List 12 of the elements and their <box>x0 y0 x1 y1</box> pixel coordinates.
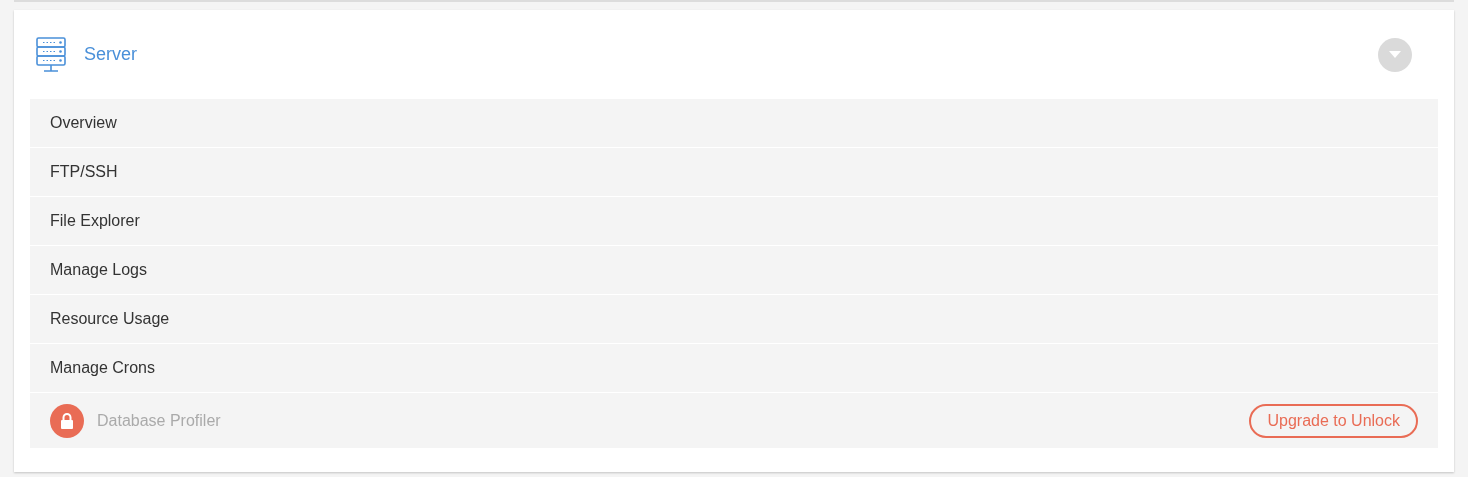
menu-item[interactable]: FTP/SSH <box>30 148 1438 196</box>
menu-item[interactable]: Resource Usage <box>30 295 1438 343</box>
menu-item[interactable]: File Explorer <box>30 197 1438 245</box>
menu-item[interactable]: Overview <box>30 99 1438 147</box>
caret-down-icon <box>1389 50 1401 59</box>
lock-icon <box>50 403 84 438</box>
menu-item[interactable]: Manage Logs <box>30 246 1438 294</box>
menu-item[interactable]: Manage Crons <box>30 344 1438 392</box>
server-icon <box>36 36 66 73</box>
locked-item-label: Database Profiler <box>97 410 221 431</box>
panel-title: Server <box>84 43 137 66</box>
collapse-toggle[interactable] <box>1378 37 1412 72</box>
